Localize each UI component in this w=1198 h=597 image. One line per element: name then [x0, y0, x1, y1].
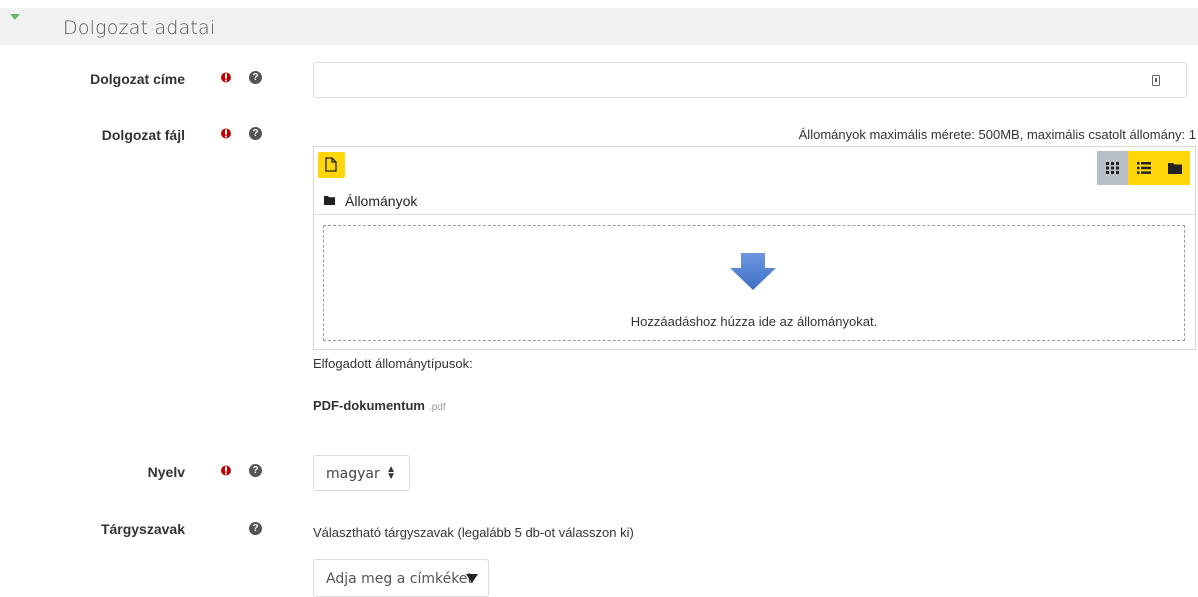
keywords-label: Tárgyszavak: [100, 521, 185, 537]
view-icons-button[interactable]: [1097, 151, 1128, 185]
title-label: Dolgozat címe: [90, 71, 185, 87]
section-header[interactable]: Dolgozat adatai: [0, 8, 1198, 45]
keywords-hint: Választható tárgyszavak (legalább 5 db-o…: [313, 525, 634, 540]
keywords-input[interactable]: Adja meg a címkéket: [313, 559, 489, 597]
sort-caret-icon: ▲ ▼: [386, 464, 396, 482]
path-bar: Állományok: [314, 187, 1195, 215]
view-list-button[interactable]: [1128, 151, 1159, 185]
language-select[interactable]: magyar ▲ ▼: [313, 455, 410, 491]
accepted-type-item: PDF-dokumentum .pdf: [313, 398, 446, 413]
keywords-placeholder: Adja meg a címkéket: [326, 571, 473, 587]
dropzone-text: Hozzáadáshoz húzza ide az állományokat.: [630, 314, 878, 329]
input-info-icon: [1152, 75, 1160, 86]
file-icon: [325, 157, 337, 172]
grid-icon: [1106, 162, 1119, 174]
list-icon: [1137, 162, 1151, 174]
accepted-type-name: PDF-dokumentum: [313, 398, 425, 413]
language-label: Nyelv: [147, 464, 185, 480]
view-tree-button[interactable]: [1159, 151, 1190, 185]
add-file-button[interactable]: [318, 152, 345, 178]
view-mode-toggle: [1097, 151, 1190, 185]
dropdown-caret-icon[interactable]: [466, 574, 478, 583]
file-limits-text: Állományok maximális mérete: 500MB, maxi…: [798, 127, 1196, 142]
file-picker: Állományok Hozzáadáshoz húzza ide az áll…: [313, 146, 1196, 350]
help-icon[interactable]: ?: [249, 127, 262, 140]
title-input[interactable]: [313, 62, 1187, 98]
collapse-toggle-icon[interactable]: [10, 14, 20, 20]
help-icon[interactable]: ?: [249, 464, 262, 477]
required-icon: [221, 465, 231, 476]
accepted-type-extension: .pdf: [428, 402, 446, 413]
section-title: Dolgozat adatai: [63, 17, 216, 39]
folder-icon: [1168, 163, 1182, 174]
file-label: Dolgozat fájl: [101, 127, 185, 143]
drop-arrow-icon: [730, 253, 776, 290]
help-icon[interactable]: ?: [249, 71, 262, 84]
language-selected-value: magyar: [326, 466, 380, 482]
required-icon: [221, 72, 231, 83]
file-dropzone[interactable]: Hozzáadáshoz húzza ide az állományokat.: [323, 225, 1185, 341]
help-icon[interactable]: ?: [249, 522, 262, 535]
path-root-link[interactable]: Állományok: [345, 193, 417, 209]
folder-icon: [324, 196, 335, 205]
accepted-types-label: Elfogadott állománytípusok:: [313, 356, 473, 371]
required-icon: [221, 128, 231, 139]
